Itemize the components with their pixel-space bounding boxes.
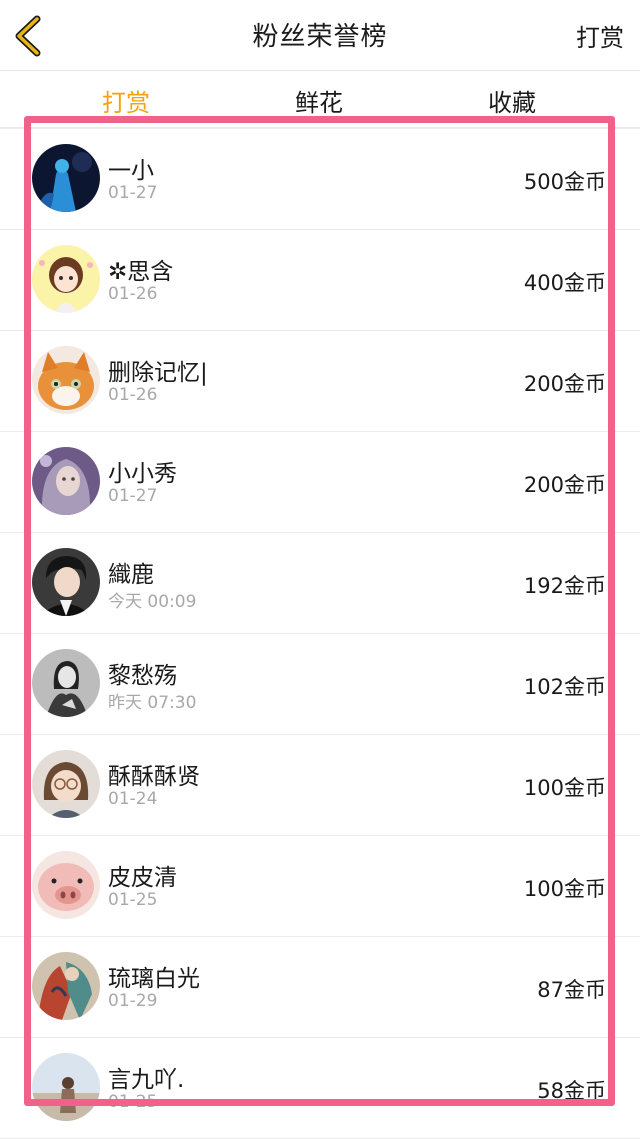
- reward-amount: 100金币: [523, 776, 606, 800]
- fan-name: 小小秀: [108, 461, 177, 487]
- avatar: [32, 447, 100, 515]
- list-item[interactable]: 小小秀 01-27 200金币: [0, 432, 640, 533]
- reward-amount: 200金币: [523, 372, 606, 396]
- reward-amount: 192金币: [523, 574, 606, 598]
- fan-name: 黎愁殇: [108, 663, 177, 689]
- list-item[interactable]: 琉璃白光 01-29 87金币: [0, 937, 640, 1038]
- avatar: [32, 750, 100, 818]
- fan-name: 删除记忆|: [108, 360, 208, 386]
- list-item[interactable]: ✲思含 01-26 400金币: [0, 230, 640, 331]
- tab-reward[interactable]: 打赏: [66, 83, 186, 118]
- avatar: [32, 851, 100, 919]
- list-item[interactable]: 删除记忆| 01-26 200金币: [0, 331, 640, 432]
- fan-date: 01-26: [108, 284, 158, 304]
- fan-date: 01-26: [108, 385, 158, 405]
- fan-name: 酥酥酥贤: [108, 764, 200, 790]
- avatar: [32, 952, 100, 1020]
- reward-amount: 200金币: [523, 473, 606, 497]
- list-item[interactable]: 織鹿 今天 00:09 192金币: [0, 533, 640, 634]
- avatar: [32, 245, 100, 313]
- fan-date: 01-24: [108, 789, 158, 809]
- reward-amount: 87金币: [537, 978, 606, 1002]
- reward-amount: 500金币: [523, 170, 606, 194]
- fan-name: 織鹿: [108, 562, 154, 588]
- avatar: [32, 548, 100, 616]
- reward-amount: 100金币: [523, 877, 606, 901]
- avatar: [32, 144, 100, 212]
- list-item[interactable]: 皮皮清 01-25 100金币: [0, 836, 640, 937]
- fan-date: 01-29: [108, 991, 158, 1011]
- avatar: [32, 346, 100, 414]
- list-item[interactable]: 言九吖. 01-25 58金币: [0, 1038, 640, 1139]
- tab-flowers[interactable]: 鲜花: [259, 83, 379, 118]
- avatar: [32, 649, 100, 717]
- fan-name: 琉璃白光: [108, 966, 200, 992]
- fan-list: 一小 01-27 500金币 ✲思含 01-26 400金币 删除记忆| 01-…: [0, 128, 640, 1139]
- fan-name: 言九吖.: [108, 1067, 185, 1093]
- fan-date: 01-25: [108, 1092, 158, 1112]
- reward-amount: 102金币: [523, 675, 606, 699]
- fan-date: 今天 00:09: [108, 592, 197, 612]
- tab-bar: 打赏 鲜花 收藏: [0, 71, 640, 128]
- tab-favorites[interactable]: 收藏: [452, 83, 572, 118]
- fan-date: 01-25: [108, 890, 158, 910]
- list-item[interactable]: 一小 01-27 500金币: [0, 128, 640, 230]
- list-item[interactable]: 黎愁殇 昨天 07:30 102金币: [0, 634, 640, 735]
- fan-name: ✲思含: [108, 259, 174, 285]
- reward-amount: 400金币: [523, 271, 606, 295]
- nav-bar: 粉丝荣誉榜 打赏: [0, 0, 640, 71]
- page-title: 粉丝荣誉榜: [252, 22, 388, 52]
- fan-date: 昨天 07:30: [108, 693, 197, 713]
- fan-date: 01-27: [108, 486, 158, 506]
- reward-amount: 58金币: [537, 1079, 606, 1103]
- fan-date: 01-27: [108, 183, 158, 203]
- avatar: [32, 1053, 100, 1121]
- fan-name: 皮皮清: [108, 865, 177, 891]
- list-item[interactable]: 酥酥酥贤 01-24 100金币: [0, 735, 640, 836]
- reward-button[interactable]: 打赏: [576, 18, 624, 53]
- fan-name: 一小: [108, 158, 154, 184]
